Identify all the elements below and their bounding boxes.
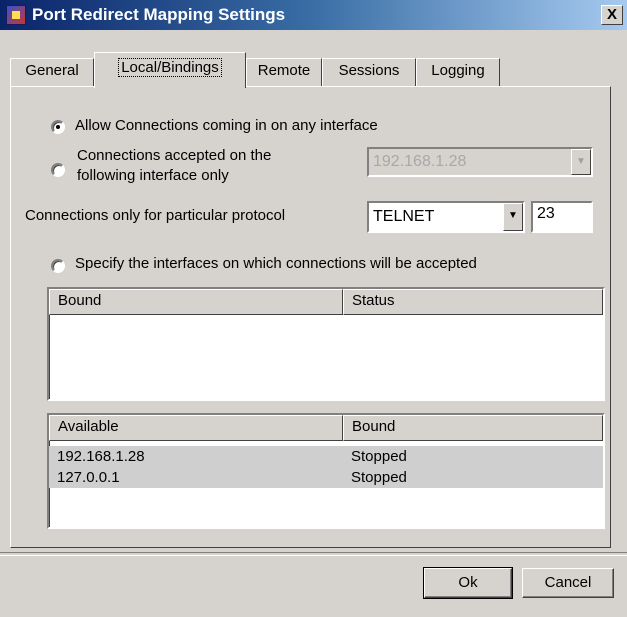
port-input[interactable]: 23	[531, 201, 593, 233]
specific-interface-radio[interactable]	[51, 163, 65, 177]
allow-any-radio[interactable]	[51, 120, 65, 134]
protocol-label: Connections only for particular protocol	[25, 207, 286, 224]
list-item-status: Stopped	[351, 469, 407, 486]
tab-logging-label: Logging	[431, 62, 485, 79]
specific-interface-label-line2[interactable]: following interface only	[77, 167, 229, 184]
tab-remote[interactable]: Remote	[246, 58, 322, 86]
list-item-address: 192.168.1.28	[57, 448, 145, 465]
interface-combo[interactable]: 192.168.1.28 ▼	[367, 147, 593, 177]
list-item-status: Stopped	[351, 448, 407, 465]
tab-panel: Allow Connections coming in on any inter…	[10, 86, 611, 548]
list-item-address: 127.0.0.1	[57, 469, 120, 486]
chevron-down-icon[interactable]: ▼	[571, 149, 591, 175]
tab-general[interactable]: General	[10, 58, 94, 86]
bound-list-header: Bound Status	[49, 289, 603, 315]
list-item[interactable]: 127.0.0.1 Stopped	[49, 467, 603, 488]
list-item[interactable]: 192.168.1.28 Stopped	[49, 446, 603, 467]
close-button[interactable]: X	[601, 5, 623, 25]
available-list-header: Available Bound	[49, 415, 603, 441]
window-title: Port Redirect Mapping Settings	[32, 5, 286, 24]
dialog-window: Port Redirect Mapping Settings X General…	[0, 0, 627, 617]
divider	[0, 552, 627, 556]
specify-interfaces-label[interactable]: Specify the interfaces on which connecti…	[75, 255, 477, 272]
app-icon	[6, 5, 26, 25]
tab-local-bindings[interactable]: Local/Bindings	[94, 52, 246, 88]
tab-sessions[interactable]: Sessions	[322, 58, 416, 86]
tab-general-label: General	[25, 62, 79, 79]
bound-listview[interactable]: Bound Status	[47, 287, 605, 401]
available-listview[interactable]: Available Bound 192.168.1.28 Stopped 127…	[47, 413, 605, 529]
tab-remote-label: Remote	[257, 62, 311, 79]
protocol-combo-value: TELNET	[373, 208, 435, 225]
specify-interfaces-radio[interactable]	[51, 259, 65, 273]
interface-combo-value: 192.168.1.28	[373, 153, 467, 170]
available-col-header[interactable]: Available	[49, 415, 343, 441]
cancel-button[interactable]: Cancel	[522, 568, 614, 598]
specific-interface-label-line1[interactable]: Connections accepted on the	[77, 147, 271, 164]
chevron-down-icon[interactable]: ▼	[503, 203, 523, 231]
bound-status-col-header[interactable]: Bound	[343, 415, 603, 441]
tab-sessions-label: Sessions	[338, 62, 400, 79]
allow-any-label[interactable]: Allow Connections coming in on any inter…	[75, 117, 378, 134]
bound-col-header[interactable]: Bound	[49, 289, 343, 315]
status-col-header[interactable]: Status	[343, 289, 603, 315]
ok-button[interactable]: Ok	[423, 567, 513, 599]
tab-logging[interactable]: Logging	[416, 58, 500, 86]
tab-local-bindings-label: Local/Bindings	[118, 58, 222, 77]
protocol-combo[interactable]: TELNET ▼	[367, 201, 525, 233]
title-bar[interactable]: Port Redirect Mapping Settings X	[0, 0, 627, 30]
